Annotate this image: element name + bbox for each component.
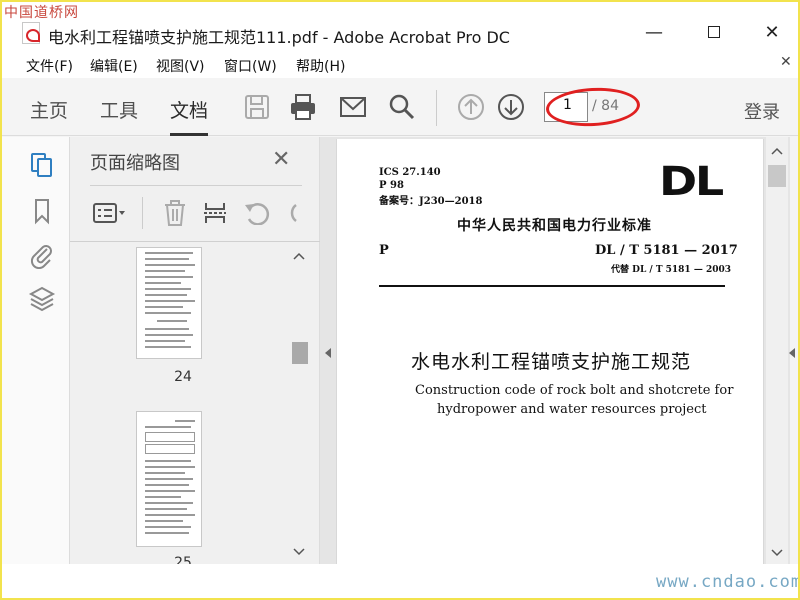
redo-icon[interactable] [284,201,302,225]
undo-icon[interactable] [242,201,270,225]
doc-ics: ICS 27.140 [379,167,441,178]
thumbnail-label-24: 24 [174,369,192,385]
minimize-button[interactable]: — [640,20,668,46]
doc-org: 中华人民共和国电力行业标准 [457,218,652,234]
tab-tools[interactable]: 工具 [100,96,138,123]
tools-divider [142,197,143,229]
document-scrollbar[interactable] [766,137,788,564]
toolbar-divider [436,90,437,126]
maximize-button[interactable] [700,20,728,46]
panel-divider [90,185,302,186]
page-up-icon[interactable] [456,92,486,122]
thumbnails-panel: 页面缩略图 ✕ 24 25 [70,137,320,564]
page-thumbnail-25[interactable] [136,411,202,547]
collapse-left-pane-icon[interactable] [324,347,332,359]
doc-title-en-1: Construction code of rock bolt and shotc… [415,383,734,398]
close-window-button[interactable]: ✕ [758,20,786,46]
page-down-icon[interactable] [496,92,526,122]
watermark-bottom: www.cndao.com [656,572,800,592]
close-document-button[interactable]: ✕ [780,54,792,70]
page-thumbnails-icon[interactable] [28,151,56,179]
menu-file[interactable]: 文件(F) [26,56,73,76]
bookmark-icon[interactable] [28,197,56,225]
save-icon[interactable] [242,92,272,122]
page-thumbnail-24[interactable] [136,247,202,359]
doc-std-no: DL / T 5181 — 2017 [595,243,738,258]
thumbnail-tools [90,195,302,231]
panel-divider-2 [70,241,320,242]
scroll-up-icon[interactable] [293,252,305,260]
collapse-right-pane-icon[interactable] [788,347,796,359]
pdf-page: ICS 27.140 P 98 备案号：J230—2018 DL 中华人民共和国… [336,139,764,564]
doc-title-cn: 水电水利工程锚喷支护施工规范 [411,351,692,373]
maximize-icon [708,26,720,38]
tab-home[interactable]: 主页 [30,96,68,123]
thumbnail-label-25: 25 [174,555,192,564]
thumbnails-panel-title: 页面缩略图 [90,153,180,174]
login-button[interactable]: 登录 [744,98,780,124]
doc-title-en-2: hydropower and water resources project [437,402,707,417]
doc-scroll-up-icon[interactable] [771,147,783,155]
insert-page-icon[interactable] [202,199,228,227]
window-title: 电水利工程锚喷支护施工规范111.pdf - Adobe Acrobat Pro… [48,28,510,47]
doc-replaces: 代替 DL / T 5181 — 2003 [611,265,732,275]
document-view[interactable]: ICS 27.140 P 98 备案号：J230—2018 DL 中华人民共和国… [320,137,790,564]
delete-icon[interactable] [162,199,188,227]
watermark-top: 中国道桥网 [4,5,79,21]
print-icon[interactable] [288,92,318,122]
thumbnails-scrollbar[interactable] [290,242,308,564]
email-icon[interactable] [338,92,368,122]
navigation-pane-strip [0,137,70,564]
menu-help[interactable]: 帮助(H) [296,56,345,76]
bottom-bar: www.cndao.com [0,564,800,600]
scroll-down-icon[interactable] [293,548,305,556]
dl-logo: DL [659,159,724,205]
menu-bar: 文件(F) 编辑(E) 视图(V) 窗口(W) 帮助(H) ✕ [0,50,800,78]
acrobat-pdf-icon [22,22,40,44]
menu-window[interactable]: 窗口(W) [224,56,277,76]
layers-icon[interactable] [28,285,56,313]
scrollbar-thumb[interactable] [292,342,308,364]
title-bar: 中国道桥网 电水利工程锚喷支护施工规范111.pdf - Adobe Acrob… [0,0,800,50]
menu-edit[interactable]: 编辑(E) [90,56,138,76]
search-icon[interactable] [386,92,416,122]
menu-view[interactable]: 视图(V) [156,56,205,76]
options-menu-icon[interactable] [92,201,128,225]
doc-p-label: P [379,243,389,258]
toolbar: 主页 工具 文档 1 / 84 登录 [0,78,800,136]
doc-p-code: P 98 [379,180,404,191]
doc-scrollbar-thumb[interactable] [768,165,786,187]
attachment-icon[interactable] [28,241,56,269]
doc-filing-no: 备案号：J230—2018 [379,196,483,207]
doc-scroll-down-icon[interactable] [771,549,783,557]
doc-rule [379,285,725,287]
tab-document[interactable]: 文档 [170,96,209,136]
close-panel-button[interactable]: ✕ [272,147,290,172]
